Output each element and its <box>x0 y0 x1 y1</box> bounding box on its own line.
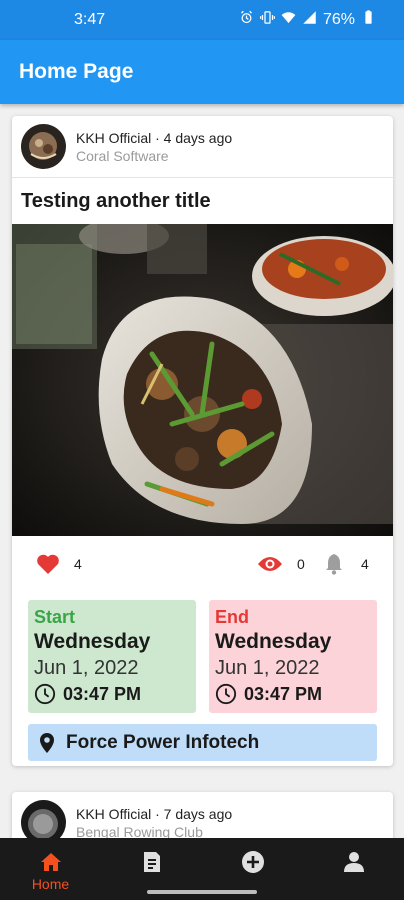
status-time: 3:47 <box>74 11 106 28</box>
end-day: Wednesday <box>215 630 332 653</box>
end-date: Jun 1, 2022 <box>215 657 320 679</box>
post-title: Testing another title <box>21 189 211 212</box>
document-icon <box>143 852 160 872</box>
home-icon <box>40 853 61 871</box>
post-feed[interactable]: KKH Official · 4 days ago Coral Software… <box>0 104 404 838</box>
post-organization: Coral Software <box>76 147 169 164</box>
notification-count: 4 <box>361 555 369 572</box>
post-card[interactable]: KKH Official · 7 days ago Bengal Rowing … <box>12 792 393 838</box>
heart-icon <box>37 554 59 574</box>
start-label: Start <box>34 607 76 627</box>
post-author-line[interactable]: KKH Official · 7 days ago <box>76 806 232 822</box>
nav-home-label: Home <box>31 876 70 892</box>
clock-icon <box>215 683 237 705</box>
battery-percent: 76% <box>322 11 355 28</box>
like-button[interactable]: 4 <box>36 536 82 591</box>
end-label: End <box>215 607 249 627</box>
status-icons: 76% <box>239 10 376 30</box>
view-count: 0 <box>297 555 305 572</box>
person-icon <box>343 852 364 872</box>
post-author-line[interactable]: KKH Official · 4 days ago <box>76 130 232 146</box>
post-header: KKH Official · 4 days ago Coral Software <box>12 116 393 178</box>
clock-icon <box>34 683 56 705</box>
end-time: 03:47 PM <box>244 683 323 704</box>
avatar[interactable] <box>21 124 66 169</box>
start-day: Wednesday <box>34 630 151 653</box>
start-date: Jun 1, 2022 <box>34 657 139 679</box>
alarm-icon <box>239 10 254 30</box>
bell-icon <box>326 553 342 575</box>
gesture-bar[interactable] <box>147 890 257 894</box>
location-pin-icon <box>40 732 54 753</box>
signal-icon <box>302 10 317 30</box>
page-title: Home Page <box>19 60 134 83</box>
post-header: KKH Official · 7 days ago Bengal Rowing … <box>12 792 393 838</box>
add-circle-icon <box>241 851 264 873</box>
eye-icon <box>258 556 282 571</box>
start-date-box: Start Wednesday Jun 1, 2022 03:47 PM <box>28 600 196 713</box>
bottom-navigation: Home <box>0 838 404 900</box>
post-stats: 4 0 4 <box>12 536 393 591</box>
post-image[interactable] <box>12 224 393 536</box>
nav-home[interactable]: Home <box>0 838 101 900</box>
start-time-row: 03:47 PM <box>34 683 190 705</box>
app-bar: Home Page <box>0 40 404 104</box>
notification-button[interactable]: 4 <box>325 536 369 591</box>
status-bar: 3:47 76% <box>0 0 404 40</box>
start-time: 03:47 PM <box>63 683 142 704</box>
nav-profile[interactable] <box>303 838 404 900</box>
battery-icon <box>361 10 376 30</box>
views-stat: 0 <box>257 536 305 591</box>
end-time-row: 03:47 PM <box>215 683 371 705</box>
like-count: 4 <box>74 555 82 572</box>
avatar[interactable] <box>21 800 66 838</box>
wifi-icon <box>281 10 296 30</box>
location-name: Force Power Infotech <box>66 731 260 753</box>
location-bar[interactable]: Force Power Infotech <box>28 724 377 761</box>
post-organization: Bengal Rowing Club <box>76 823 203 839</box>
end-date-box: End Wednesday Jun 1, 2022 03:47 PM <box>209 600 377 713</box>
date-range: Start Wednesday Jun 1, 2022 03:47 PM End… <box>28 600 377 713</box>
post-card[interactable]: KKH Official · 4 days ago Coral Software… <box>12 116 393 766</box>
vibrate-icon <box>259 10 275 30</box>
